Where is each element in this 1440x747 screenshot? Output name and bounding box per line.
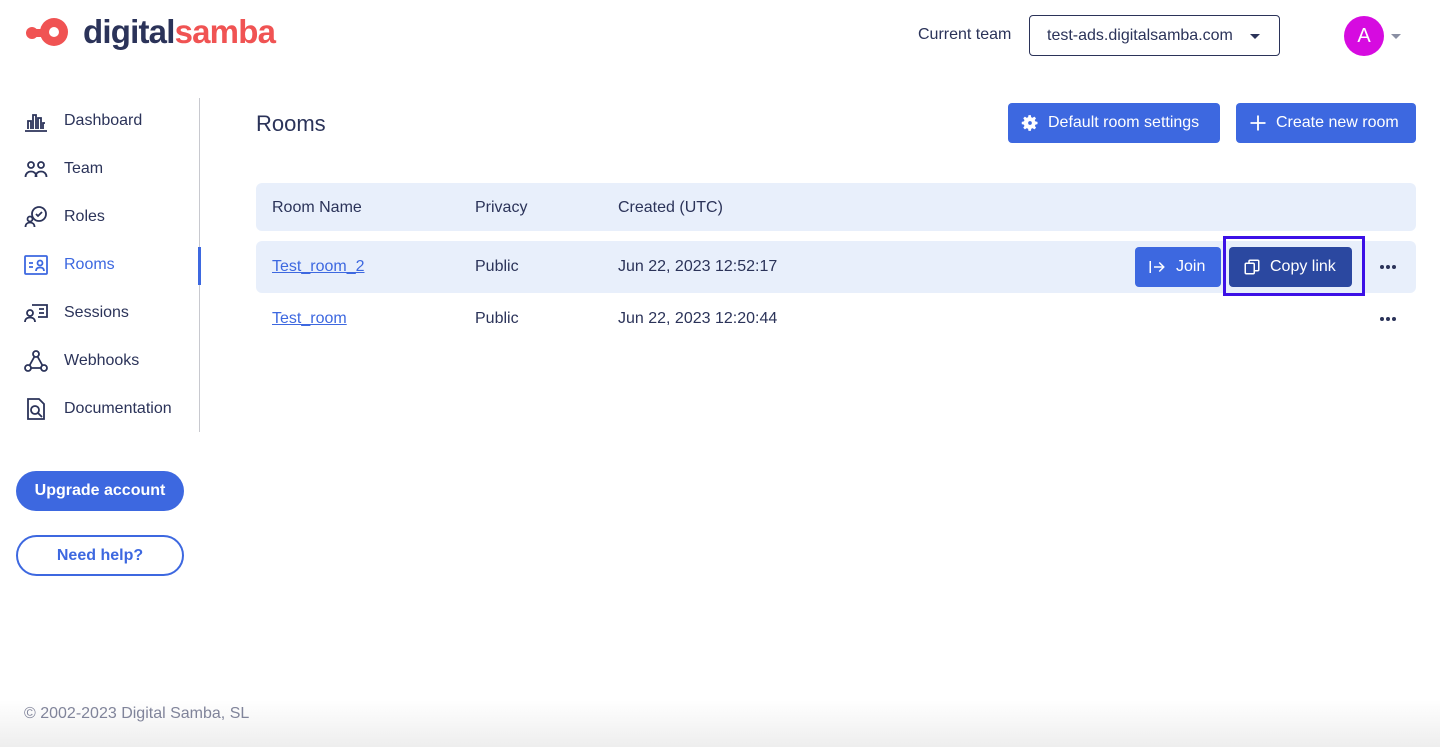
room-name-link[interactable]: Test_room (272, 310, 347, 328)
room-created: Jun 22, 2023 12:52:17 (618, 258, 778, 275)
logo-text-samba: samba (174, 13, 276, 50)
rooms-icon (24, 255, 48, 275)
sidebar-item-label: Documentation (64, 400, 172, 417)
join-label: Join (1176, 258, 1206, 275)
current-team-label: Current team (918, 26, 1012, 43)
sidebar-item-webhooks[interactable]: Webhooks (0, 341, 200, 381)
sidebar-item-rooms[interactable]: Rooms (0, 245, 201, 285)
table-row[interactable]: Test_room Public Jun 22, 2023 12:20:44 (256, 293, 1416, 345)
join-arrow-icon (1149, 261, 1165, 273)
default-room-settings-label: Default room settings (1048, 114, 1200, 131)
sessions-icon (24, 304, 48, 323)
create-new-room-button[interactable]: Create new room (1236, 103, 1416, 143)
sidebar-item-label: Rooms (64, 256, 115, 273)
gear-icon (1021, 115, 1038, 131)
team-icon (24, 161, 48, 178)
upgrade-account-button[interactable]: Upgrade account (16, 471, 184, 511)
user-avatar[interactable]: A (1344, 16, 1384, 56)
column-header-room-name[interactable]: Room Name (272, 199, 362, 217)
bar-chart-icon (25, 114, 47, 132)
team-select-value: test-ads.digitalsamba.com (1047, 26, 1233, 44)
sidebar-item-label: Dashboard (64, 112, 143, 129)
room-created: Jun 22, 2023 12:20:44 (618, 310, 778, 327)
copy-link-button[interactable]: Copy link (1229, 247, 1352, 287)
avatar-caret-down-icon[interactable] (1391, 34, 1401, 39)
column-header-privacy[interactable]: Privacy (475, 199, 527, 217)
top-header: digitalsamba Current team test-ads.digit… (0, 0, 1440, 70)
page-title: Rooms (256, 111, 326, 136)
caret-down-icon (1250, 34, 1260, 39)
sidebar-item-dashboard[interactable]: Dashboard (0, 101, 200, 141)
sidebar-item-label: Sessions (64, 304, 129, 321)
avatar-initial: A (1357, 24, 1371, 47)
create-new-room-label: Create new room (1276, 114, 1399, 131)
footer-copyright: © 2002-2023 Digital Samba, SL (24, 705, 250, 722)
room-privacy: Public (475, 310, 519, 327)
webhooks-icon (24, 350, 48, 372)
sidebar-item-sessions[interactable]: Sessions (0, 293, 200, 333)
sidebar-item-team[interactable]: Team (0, 149, 200, 189)
sidebar-item-roles[interactable]: Roles (0, 197, 200, 237)
logo-wordmark: digitalsamba (83, 13, 276, 50)
digitalsamba-logo[interactable]: digitalsamba (24, 13, 276, 50)
copy-icon (1244, 259, 1260, 275)
plus-icon (1250, 115, 1266, 131)
copy-link-label: Copy link (1270, 258, 1336, 275)
join-button[interactable]: Join (1135, 247, 1221, 287)
logo-mark-icon (26, 18, 68, 46)
sidebar-item-documentation[interactable]: Documentation (0, 389, 200, 429)
sidebar-item-label: Roles (64, 208, 105, 225)
more-options-icon[interactable] (1378, 255, 1398, 279)
more-options-icon[interactable] (1378, 307, 1398, 331)
default-room-settings-button[interactable]: Default room settings (1008, 103, 1220, 143)
need-help-button[interactable]: Need help? (16, 535, 184, 576)
sidebar-item-label: Webhooks (64, 352, 140, 369)
room-privacy: Public (475, 258, 519, 275)
sidebar-item-label: Team (64, 160, 104, 177)
rooms-table-header: Room Name Privacy Created (UTC) (256, 183, 1416, 231)
column-header-created[interactable]: Created (UTC) (618, 199, 723, 217)
team-select[interactable]: test-ads.digitalsamba.com (1029, 15, 1280, 56)
roles-icon (24, 206, 47, 228)
table-row[interactable]: Test_room_2 Public Jun 22, 2023 12:52:17… (256, 236, 1416, 296)
logo-text-digital: digital (83, 13, 175, 50)
documentation-icon (27, 398, 45, 420)
sidebar-nav: Dashboard Team Roles Rooms Sessions Webh… (0, 98, 201, 432)
room-name-link[interactable]: Test_room_2 (272, 258, 365, 276)
